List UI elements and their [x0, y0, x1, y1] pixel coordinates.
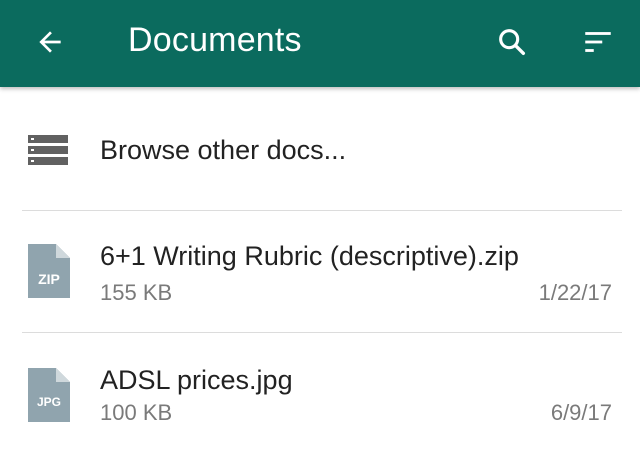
sort-button[interactable]	[576, 20, 620, 64]
file-size: 155 KB	[100, 280, 173, 305]
file-name: 6+1 Writing Rubric (descriptive).zip	[100, 241, 519, 271]
svg-text:ZIP: ZIP	[38, 271, 60, 287]
sort-icon	[585, 32, 611, 52]
file-name: ADSL prices.jpg	[100, 365, 293, 395]
page-title: Documents	[128, 21, 302, 59]
file-date: 1/22/17	[538, 280, 612, 305]
arrow-left-icon	[39, 31, 61, 53]
list-item[interactable]: ZIP 6+1 Writing Rubric (descriptive).zip…	[0, 211, 640, 331]
svg-text:JPG: JPG	[37, 395, 61, 409]
zip-file-icon: ZIP	[28, 244, 70, 303]
folder-list-icon	[28, 135, 68, 170]
browse-label: Browse other docs...	[100, 135, 347, 165]
jpg-file-icon: JPG	[28, 368, 70, 427]
file-size: 100 KB	[100, 400, 173, 425]
file-date: 6/9/17	[550, 400, 612, 425]
list-item[interactable]: JPG ADSL prices.jpg 100 KB 6/9/17	[0, 333, 640, 453]
browse-other-docs-item[interactable]: Browse other docs...	[0, 88, 640, 210]
app-bar: Documents	[0, 0, 640, 87]
search-icon	[499, 29, 526, 56]
back-button[interactable]	[30, 22, 70, 62]
search-button[interactable]	[490, 20, 534, 64]
